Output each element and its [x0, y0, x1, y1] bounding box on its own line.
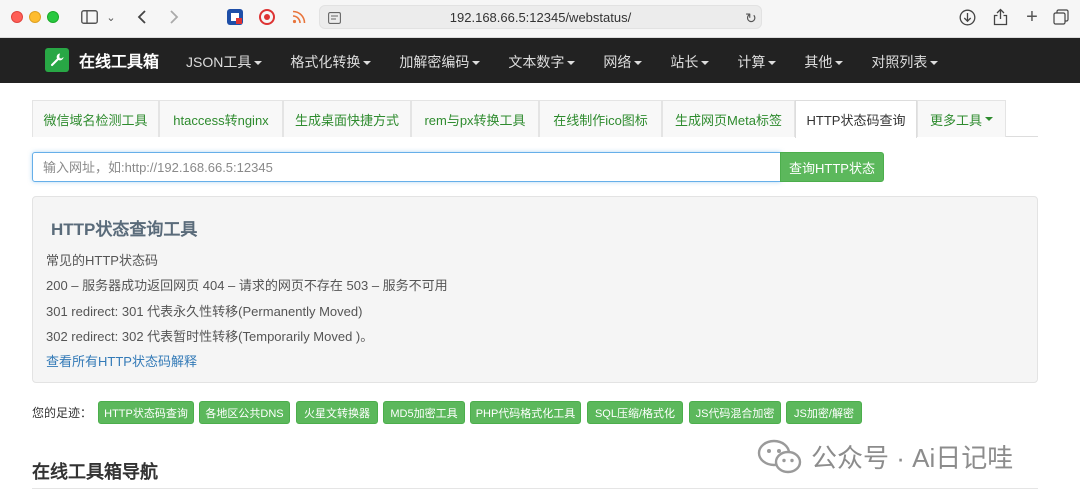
- menu-network[interactable]: 网络: [603, 52, 643, 72]
- caret-down-icon: [567, 61, 576, 66]
- menu-other[interactable]: 其他: [804, 52, 844, 72]
- panel-title: HTTP状态查询工具: [51, 220, 198, 239]
- tab-meta-generator[interactable]: 生成网页Meta标签: [662, 100, 795, 137]
- tab-http-status[interactable]: HTTP状态码查询: [795, 100, 917, 138]
- sidebar-toggle-icon[interactable]: [78, 6, 100, 28]
- watermark: 公众号 · Ai日记哇: [757, 438, 1013, 475]
- tab-wechat-domain-check[interactable]: 微信域名检测工具: [32, 100, 159, 137]
- record-icon[interactable]: [257, 6, 277, 28]
- close-window-button[interactable]: [11, 11, 23, 23]
- tool-tabs: 微信域名检测工具 htaccess转nginx 生成桌面快捷方式 rem与px转…: [32, 100, 1038, 138]
- tab-overview-icon[interactable]: [1051, 6, 1071, 28]
- menu-reference-lists[interactable]: 对照列表: [871, 52, 939, 72]
- menu-encrypt-encode[interactable]: 加解密编码: [399, 52, 481, 72]
- panel-subtitle: 常见的HTTP状态码: [46, 253, 158, 268]
- wrench-icon: [45, 48, 69, 72]
- menu-webmaster[interactable]: 站长: [670, 52, 710, 72]
- tab-htaccess-to-nginx[interactable]: htaccess转nginx: [159, 100, 283, 137]
- site-title: 在线工具箱: [79, 54, 160, 71]
- query-http-status-button[interactable]: 查询HTTP状态: [780, 152, 884, 182]
- caret-down-icon: [472, 61, 481, 66]
- site-brand[interactable]: 在线工具箱: [45, 48, 159, 72]
- download-icon[interactable]: [957, 6, 977, 28]
- tab-more-tools[interactable]: 更多工具: [917, 100, 1006, 137]
- watermark-text: 公众号 · Ai日记哇: [811, 443, 1014, 473]
- zoom-window-button[interactable]: [47, 11, 59, 23]
- menu-calculate[interactable]: 计算: [737, 52, 777, 72]
- tab-ico-maker[interactable]: 在线制作ico图标: [539, 100, 662, 137]
- tab-rem-px-converter[interactable]: rem与px转换工具: [411, 100, 539, 137]
- footprint-item[interactable]: 各地区公共DNS: [199, 401, 290, 424]
- panel-line-301: 301 redirect: 301 代表永久性转移(Permanently Mo…: [46, 304, 363, 319]
- privacy-shield-icon[interactable]: [225, 6, 245, 28]
- section-title: 在线工具箱导航: [32, 462, 158, 482]
- share-icon[interactable]: [990, 6, 1010, 28]
- back-icon[interactable]: [132, 6, 152, 28]
- panel-line-status-codes: 200 – 服务器成功返回网页 404 – 请求的网页不存在 503 – 服务不…: [46, 278, 448, 293]
- footprint-item[interactable]: 火星文转换器: [296, 401, 378, 424]
- footprint-item[interactable]: PHP代码格式化工具: [470, 401, 581, 424]
- footprint-item[interactable]: MD5加密工具: [383, 401, 465, 424]
- info-panel: HTTP状态查询工具 常见的HTTP状态码 200 – 服务器成功返回网页 40…: [32, 196, 1038, 383]
- browser-toolbar: ⌄ 192.168.66.5:12345/webstatus/ ↻ +: [0, 0, 1080, 38]
- caret-down-icon: [254, 61, 263, 66]
- panel-line-302: 302 redirect: 302 代表暂时性转移(Temporarily Mo…: [46, 329, 374, 344]
- caret-down-icon: [985, 117, 993, 121]
- caret-down-icon: [835, 61, 844, 66]
- site-navbar: 在线工具箱 JSON工具 格式化转换 加解密编码 文本数字 网络 站长 计算 其…: [0, 38, 1080, 83]
- chevron-down-icon[interactable]: ⌄: [104, 6, 118, 28]
- menu-text-number[interactable]: 文本数字: [508, 52, 576, 72]
- url-text[interactable]: 192.168.66.5:12345/webstatus/: [320, 10, 761, 25]
- caret-down-icon: [701, 61, 710, 66]
- rss-icon[interactable]: [289, 6, 309, 28]
- tab-desktop-shortcut[interactable]: 生成桌面快捷方式: [283, 100, 411, 137]
- menu-format-convert[interactable]: 格式化转换: [290, 52, 372, 72]
- main-menu: JSON工具 格式化转换 加解密编码 文本数字 网络 站长 计算 其他 对照列表: [186, 52, 966, 72]
- caret-down-icon: [930, 61, 939, 66]
- menu-json-tools[interactable]: JSON工具: [186, 52, 263, 72]
- url-input[interactable]: [32, 152, 781, 182]
- reload-icon[interactable]: ↻: [743, 7, 759, 29]
- address-bar[interactable]: 192.168.66.5:12345/webstatus/ ↻: [319, 5, 762, 29]
- footprint-item[interactable]: JS加密/解密: [786, 401, 862, 424]
- caret-down-icon: [768, 61, 777, 66]
- footprint-item[interactable]: JS代码混合加密: [689, 401, 781, 424]
- footprint-label: 您的足迹：: [32, 406, 93, 420]
- caret-down-icon: [363, 61, 372, 66]
- all-status-codes-link[interactable]: 查看所有HTTP状态码解释: [46, 351, 197, 370]
- footprint-item[interactable]: HTTP状态码查询: [98, 401, 194, 424]
- footprint-item[interactable]: SQL压缩/格式化: [587, 401, 683, 424]
- minimize-window-button[interactable]: [29, 11, 41, 23]
- new-tab-icon[interactable]: +: [1022, 6, 1042, 28]
- divider: [32, 488, 1038, 489]
- forward-icon[interactable]: [164, 6, 184, 28]
- caret-down-icon: [634, 61, 643, 66]
- wechat-icon: [757, 439, 803, 475]
